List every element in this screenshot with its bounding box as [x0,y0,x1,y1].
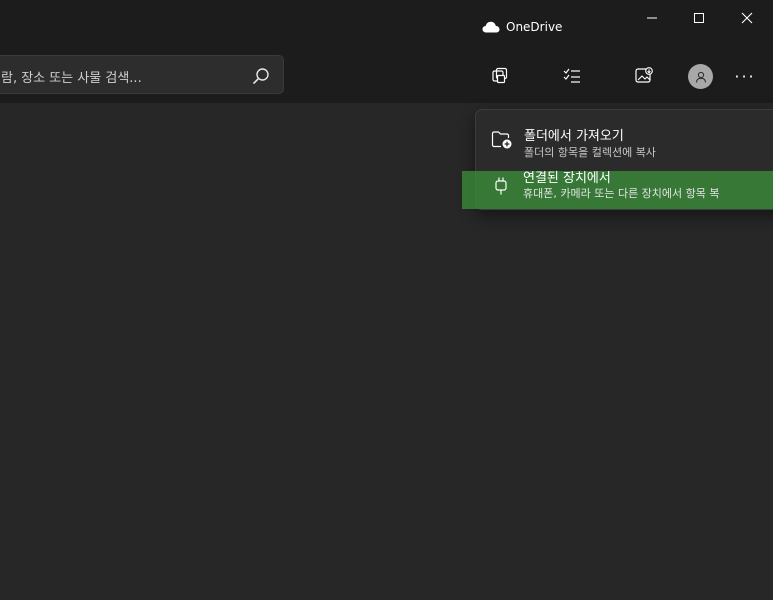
close-icon [741,12,753,24]
onedrive-status[interactable]: OneDrive [482,17,562,37]
menu-item-subtitle: 휴대폰, 카메라 또는 다른 장치에서 항목 복 [523,187,720,200]
menu-item-title: 폴더에서 가져오기 [524,129,624,144]
minimize-button[interactable] [635,6,669,30]
title-bar: OneDrive [0,0,773,44]
import-photo-icon [635,67,653,83]
more-button[interactable]: ··· [733,64,757,88]
select-list-icon [563,68,580,83]
menu-item-import-folder[interactable]: 폴더에서 가져오기 폴더의 항목을 컬렉션에 복사 [476,116,773,162]
usb-device-icon [489,174,513,198]
maximize-icon [694,13,704,23]
toolbar: 람, 장소 또는 사물 검색... ··· [0,44,773,103]
onedrive-label: OneDrive [506,20,563,34]
user-icon [695,71,706,83]
import-button[interactable] [632,64,656,88]
select-button[interactable] [560,64,584,88]
new-collection-button[interactable] [488,64,512,88]
cloud-icon [482,21,500,33]
menu-item-title: 연결된 장치에서 [523,171,611,186]
close-button[interactable] [730,6,764,30]
more-icon: ··· [734,66,756,86]
collection-icon [492,67,508,84]
maximize-button[interactable] [682,6,716,30]
menu-item-connected-device[interactable]: 연결된 장치에서 휴대폰, 카메라 또는 다른 장치에서 항목 복 [475,163,773,209]
folder-add-icon [490,128,514,152]
minimize-icon [647,17,657,19]
avatar[interactable] [688,64,713,89]
menu-item-subtitle: 폴더의 항목을 컬렉션에 복사 [524,146,656,159]
search-box[interactable]: 람, 장소 또는 사물 검색... [0,55,284,94]
main-content-area [0,103,462,600]
search-input[interactable]: 람, 장소 또는 사물 검색... [1,67,142,86]
search-icon[interactable] [251,66,271,86]
